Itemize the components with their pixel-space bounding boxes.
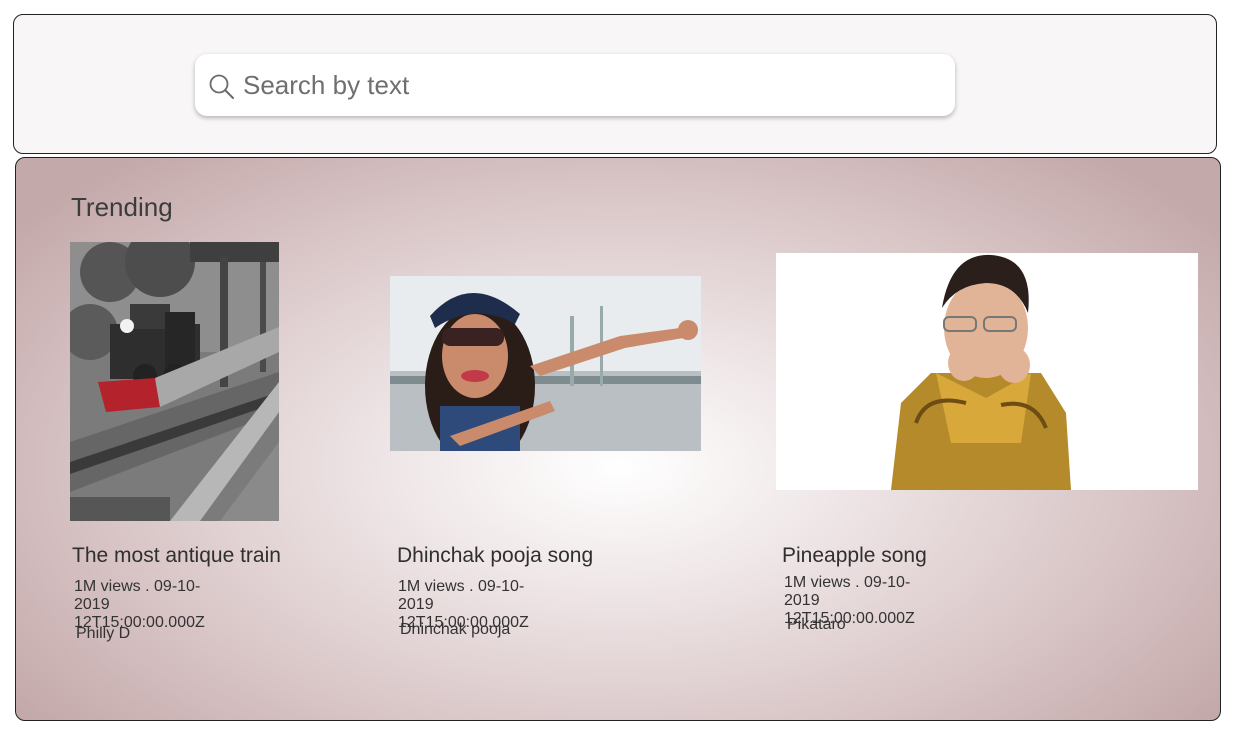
search-input[interactable] xyxy=(241,62,935,108)
video-views-date: 1M views . 09-10-2019 xyxy=(398,578,525,613)
video-meta: 1M views . 09-10-2019 12T15:00:00.000Z xyxy=(74,578,205,632)
section-title: Trending xyxy=(71,192,173,222)
video-thumbnail[interactable] xyxy=(776,253,1198,490)
video-views-date: 1M views . 09-10-2019 xyxy=(784,574,911,609)
search-bar[interactable] xyxy=(195,54,955,116)
video-views-date: 1M views . 09-10-2019 xyxy=(74,578,201,613)
video-channel[interactable]: Pikataro xyxy=(787,616,846,634)
video-title[interactable]: The most antique train xyxy=(72,544,281,568)
search-icon xyxy=(209,74,234,99)
video-title[interactable]: Pineapple song xyxy=(782,544,927,568)
trending-panel: Trending The most antique train 1M views… xyxy=(15,157,1221,721)
video-channel[interactable]: Dhinchak pooja xyxy=(400,621,510,639)
video-thumbnail[interactable] xyxy=(70,242,279,521)
video-title[interactable]: Dhinchak pooja song xyxy=(397,544,593,568)
video-channel[interactable]: Philly D xyxy=(76,625,130,643)
top-header xyxy=(13,14,1217,154)
video-thumbnail[interactable] xyxy=(390,276,701,451)
